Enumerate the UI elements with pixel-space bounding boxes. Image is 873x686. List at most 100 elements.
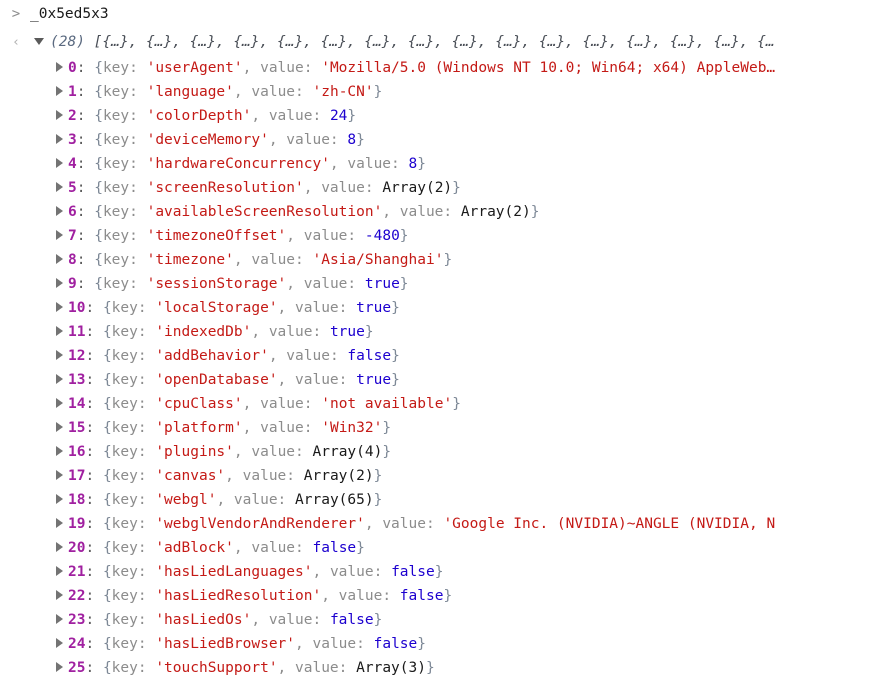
- open-brace: {: [102, 444, 112, 460]
- entry-key-value: 'language': [146, 84, 234, 100]
- entry-value: Array(2): [382, 180, 453, 196]
- disclosure-triangle-collapsed-icon[interactable]: [56, 134, 63, 144]
- entry-value: 'zh-CN': [312, 84, 374, 100]
- entry-separator-comma: ,: [312, 564, 322, 580]
- value-label: value:: [251, 540, 304, 556]
- disclosure-triangle-collapsed-icon[interactable]: [56, 374, 63, 384]
- value-label: value:: [268, 612, 322, 628]
- disclosure-triangle-collapsed-icon[interactable]: [56, 614, 63, 624]
- value-label: value:: [295, 660, 348, 676]
- console-command-row[interactable]: > _0x5ed5x3: [0, 0, 873, 28]
- close-brace: }: [373, 468, 383, 484]
- entry-index-colon: :: [85, 372, 95, 388]
- console-result-summary-row[interactable]: ‹ (28) [{…}, {…}, {…}, {…}, {…}, {…}, {…}…: [0, 28, 873, 56]
- console-entry-row: 13: {key: 'openDatabase', value: true}: [0, 368, 873, 392]
- disclosure-triangle-collapsed-icon[interactable]: [56, 494, 63, 504]
- console-entry-row: 6: {key: 'availableScreenResolution', va…: [0, 200, 873, 224]
- disclosure-triangle-collapsed-icon[interactable]: [56, 182, 63, 192]
- entry-separator-comma: ,: [364, 516, 374, 532]
- entry-value: true: [329, 324, 365, 340]
- entry-index: 19: [68, 516, 86, 532]
- entry-value: 'Win32': [321, 420, 383, 436]
- entry-key-value: 'webglVendorAndRenderer': [155, 516, 365, 532]
- disclosure-triangle-collapsed-icon[interactable]: [56, 350, 63, 360]
- entry-index: 11: [68, 324, 86, 340]
- disclosure-triangle-collapsed-icon[interactable]: [56, 86, 63, 96]
- disclosure-triangle-collapsed-icon[interactable]: [56, 638, 63, 648]
- close-brace: }: [434, 564, 444, 580]
- entry-value: Array(3): [356, 660, 426, 676]
- key-label: key:: [102, 156, 138, 172]
- console-entry-row: 9: {key: 'sessionStorage', value: true}: [0, 272, 873, 296]
- key-label: key:: [102, 180, 138, 196]
- value-label: value:: [347, 156, 400, 172]
- value-label: value:: [268, 324, 322, 340]
- disclosure-triangle-collapsed-icon[interactable]: [56, 230, 63, 240]
- entry-index-colon: :: [85, 420, 95, 436]
- console-entry-row: 3: {key: 'deviceMemory', value: 8}: [0, 128, 873, 152]
- disclosure-triangle-collapsed-icon[interactable]: [56, 326, 63, 336]
- disclosure-triangle-collapsed-icon[interactable]: [56, 662, 63, 672]
- key-label: key:: [102, 252, 138, 268]
- disclosure-triangle-collapsed-icon[interactable]: [56, 278, 63, 288]
- open-brace: {: [94, 276, 103, 292]
- entry-index-colon: :: [85, 300, 95, 316]
- disclosure-triangle-collapsed-icon[interactable]: [56, 542, 63, 552]
- entry-key-value: 'deviceMemory': [146, 132, 269, 148]
- entry-index: 25: [68, 660, 86, 676]
- disclosure-triangle-collapsed-icon[interactable]: [56, 254, 63, 264]
- disclosure-triangle-collapsed-icon[interactable]: [56, 590, 63, 600]
- console-entry-row: 25: {key: 'touchSupport', value: Array(3…: [0, 656, 873, 680]
- open-brace: {: [94, 204, 103, 220]
- disclosure-triangle-expanded-icon[interactable]: [34, 37, 44, 45]
- entry-value: Array(4): [312, 444, 383, 460]
- value-label: value:: [286, 348, 339, 364]
- key-label: key:: [111, 516, 147, 532]
- entry-value: true: [356, 372, 392, 388]
- console-entry-row: 21: {key: 'hasLiedLanguages', value: fal…: [0, 560, 873, 584]
- close-brace: }: [443, 588, 453, 604]
- entry-index-colon: :: [85, 444, 95, 460]
- disclosure-triangle-collapsed-icon[interactable]: [56, 446, 63, 456]
- entry-index: 20: [68, 540, 86, 556]
- entry-separator-comma: ,: [277, 372, 287, 388]
- disclosure-triangle-collapsed-icon[interactable]: [56, 518, 63, 528]
- disclosure-triangle-collapsed-icon[interactable]: [56, 470, 63, 480]
- disclosure-triangle-collapsed-icon[interactable]: [56, 302, 63, 312]
- entry-key-value: 'indexedDb': [155, 324, 252, 340]
- disclosure-triangle-collapsed-icon[interactable]: [56, 206, 63, 216]
- disclosure-triangle-collapsed-icon[interactable]: [56, 62, 63, 72]
- disclosure-triangle-collapsed-icon[interactable]: [56, 566, 63, 576]
- key-label: key:: [111, 588, 147, 604]
- console-entry-row: 23: {key: 'hasLiedOs', value: false}: [0, 608, 873, 632]
- value-label: value:: [338, 588, 392, 604]
- entry-separator-comma: ,: [216, 492, 226, 508]
- disclosure-triangle-collapsed-icon[interactable]: [56, 398, 63, 408]
- array-length-badge: (28): [50, 34, 85, 50]
- entry-value: Array(65): [295, 492, 374, 508]
- entry-key-value: 'userAgent': [146, 60, 243, 76]
- entry-key-value: 'adBlock': [155, 540, 234, 556]
- close-brace: }: [452, 180, 461, 196]
- console-entry-row: 14: {key: 'cpuClass', value: 'not availa…: [0, 392, 873, 416]
- value-label: value:: [303, 228, 357, 244]
- key-label: key:: [111, 492, 147, 508]
- disclosure-triangle-collapsed-icon[interactable]: [56, 158, 63, 168]
- entry-value: 8: [408, 156, 418, 172]
- open-brace: {: [102, 300, 112, 316]
- entry-separator-comma: ,: [251, 324, 261, 340]
- key-label: key:: [111, 396, 147, 412]
- disclosure-triangle-collapsed-icon[interactable]: [56, 110, 63, 120]
- entry-separator-comma: ,: [233, 252, 243, 268]
- entry-index-colon: :: [85, 564, 95, 580]
- entry-key-value: 'sessionStorage': [146, 276, 287, 292]
- console-entry-row: 17: {key: 'canvas', value: Array(2)}: [0, 464, 873, 488]
- disclosure-triangle-collapsed-icon[interactable]: [56, 422, 63, 432]
- entry-separator-comma: ,: [295, 636, 304, 652]
- entry-value: 8: [347, 132, 357, 148]
- value-label: value:: [329, 564, 383, 580]
- entry-index: 18: [68, 492, 86, 508]
- entry-separator-comma: ,: [286, 228, 296, 244]
- open-brace: {: [102, 372, 112, 388]
- entry-index: 0: [68, 60, 77, 76]
